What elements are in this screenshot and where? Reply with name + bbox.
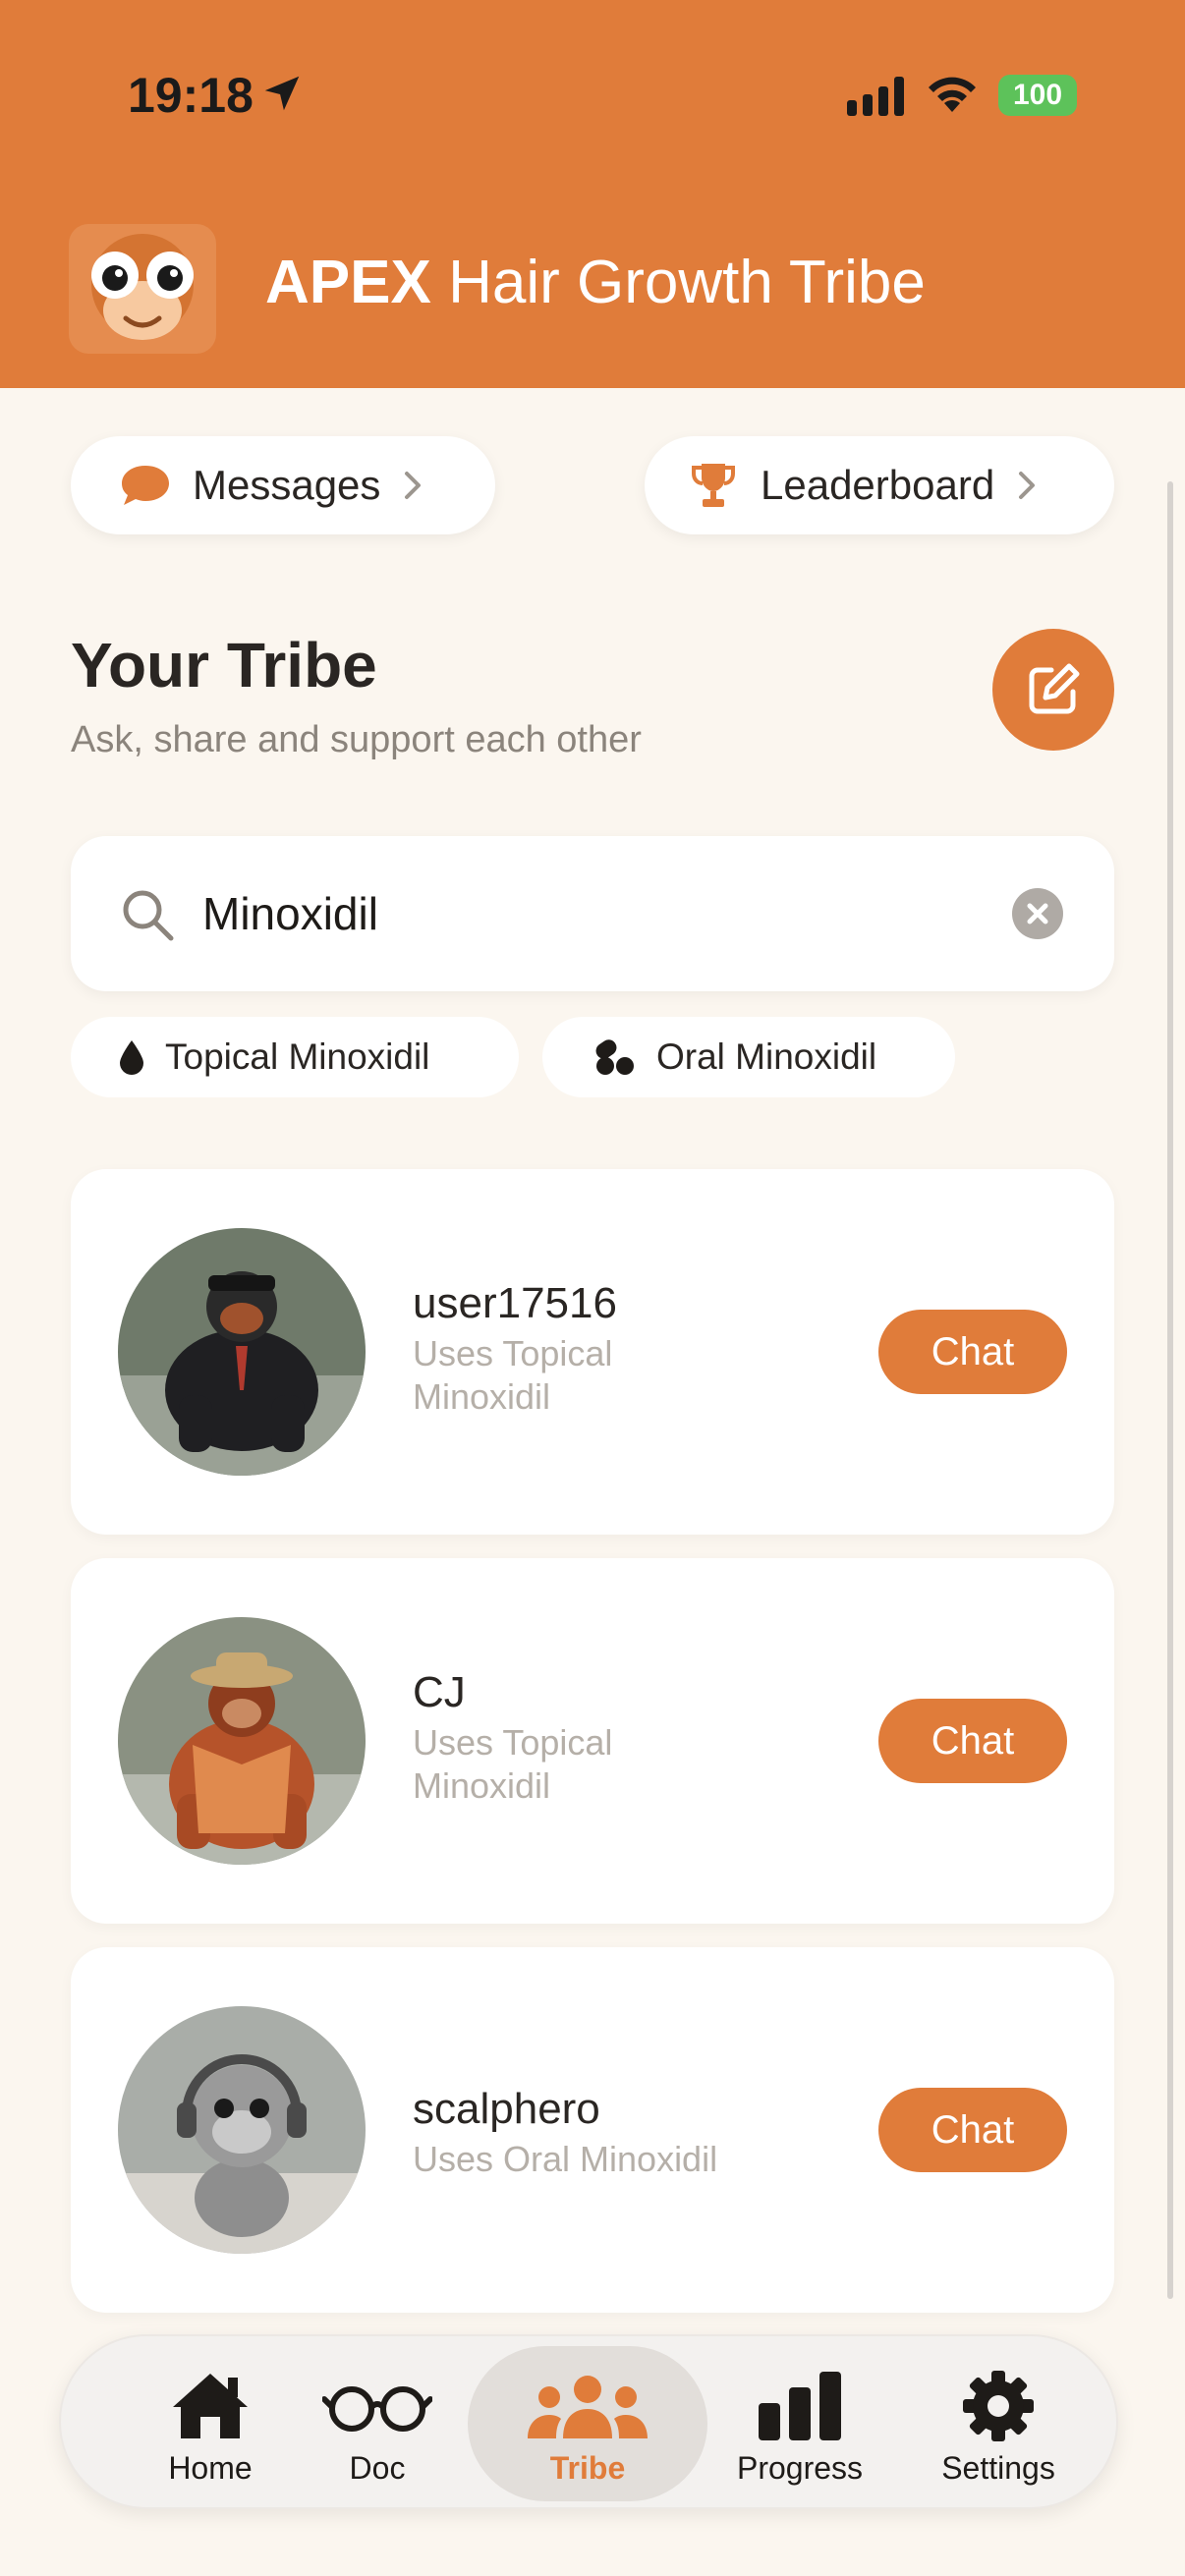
status-time: 19:18 bbox=[128, 68, 254, 123]
section-subtitle: Ask, share and support each other bbox=[71, 719, 642, 760]
chevron-right-icon bbox=[1019, 472, 1036, 499]
compose-icon bbox=[1029, 663, 1080, 714]
wifi-icon bbox=[929, 77, 976, 112]
tab-label: Progress bbox=[736, 2450, 864, 2486]
user-name: scalphero bbox=[413, 2085, 600, 2133]
avatar bbox=[118, 1617, 366, 1865]
user-card: CJ Uses Topical Minoxidil Chat bbox=[71, 1558, 1114, 1924]
user-name: CJ bbox=[413, 1668, 466, 1716]
tab-label: Tribe bbox=[549, 2450, 626, 2486]
app-header: 19:18 100 APEX Hair Growth Tribe bbox=[0, 0, 1185, 388]
search-bar[interactable]: Minoxidil bbox=[71, 836, 1114, 991]
tab-label: Settings bbox=[941, 2450, 1055, 2486]
drop-icon bbox=[120, 1040, 143, 1075]
tab-label: Doc bbox=[349, 2450, 406, 2486]
app-title-brand: APEX bbox=[265, 249, 431, 316]
user-card: user17516 Uses Topical Minoxidil Chat bbox=[71, 1169, 1114, 1535]
gear-icon bbox=[963, 2371, 1034, 2441]
search-input[interactable]: Minoxidil bbox=[202, 887, 378, 940]
house-icon bbox=[173, 2374, 248, 2438]
chat-button[interactable]: Chat bbox=[878, 2088, 1067, 2172]
cellular-signal-icon bbox=[847, 77, 904, 116]
group-icon bbox=[528, 2376, 648, 2438]
chat-bubble-icon bbox=[122, 466, 169, 505]
leaderboard-label: Leaderboard bbox=[761, 462, 995, 508]
user-card: scalphero Uses Oral Minoxidil Chat bbox=[71, 1947, 1114, 2313]
tab-label: Home bbox=[168, 2450, 253, 2486]
app-title-text: Hair Growth Tribe bbox=[448, 249, 926, 316]
filter-chip-label: Oral Minoxidil bbox=[656, 1036, 877, 1077]
messages-label: Messages bbox=[193, 462, 381, 508]
search-icon bbox=[123, 890, 174, 941]
tab-tribe[interactable]: Tribe bbox=[489, 2336, 686, 2511]
monkey-logo bbox=[69, 224, 216, 354]
filter-chip-oral[interactable]: Oral Minoxidil bbox=[542, 1017, 955, 1097]
bar-chart-icon bbox=[759, 2372, 841, 2440]
clear-search-icon[interactable] bbox=[1012, 888, 1063, 939]
battery-indicator: 100 bbox=[998, 75, 1077, 116]
tab-doc[interactable]: Doc bbox=[279, 2336, 476, 2511]
user-subtitle: Uses Topical Minoxidil bbox=[413, 1333, 613, 1417]
tab-settings[interactable]: Settings bbox=[900, 2336, 1097, 2511]
app-title: APEX Hair Growth Tribe bbox=[265, 248, 926, 317]
avatar bbox=[118, 2006, 366, 2254]
compose-button[interactable] bbox=[992, 629, 1114, 751]
glasses-icon bbox=[322, 2386, 432, 2432]
user-subtitle: Uses Oral Minoxidil bbox=[413, 2139, 718, 2179]
filter-chip-topical[interactable]: Topical Minoxidil bbox=[71, 1017, 519, 1097]
chevron-right-icon bbox=[405, 472, 422, 499]
trophy-icon bbox=[692, 464, 735, 507]
user-name: user17516 bbox=[413, 1279, 617, 1327]
tab-progress[interactable]: Progress bbox=[702, 2336, 898, 2511]
leaderboard-button[interactable]: Leaderboard bbox=[645, 436, 1114, 534]
chat-button[interactable]: Chat bbox=[878, 1310, 1067, 1394]
avatar bbox=[118, 1228, 366, 1476]
scrollbar[interactable] bbox=[1167, 481, 1173, 2299]
user-subtitle: Uses Topical Minoxidil bbox=[413, 1722, 613, 1806]
pills-icon bbox=[595, 1039, 634, 1075]
tab-bar: Home Doc Tribe Progress Settings bbox=[59, 2334, 1118, 2509]
chat-button[interactable]: Chat bbox=[878, 1699, 1067, 1783]
location-arrow-icon bbox=[264, 76, 300, 111]
messages-button[interactable]: Messages bbox=[71, 436, 495, 534]
filter-chip-label: Topical Minoxidil bbox=[165, 1036, 430, 1077]
section-title: Your Tribe bbox=[71, 630, 377, 700]
